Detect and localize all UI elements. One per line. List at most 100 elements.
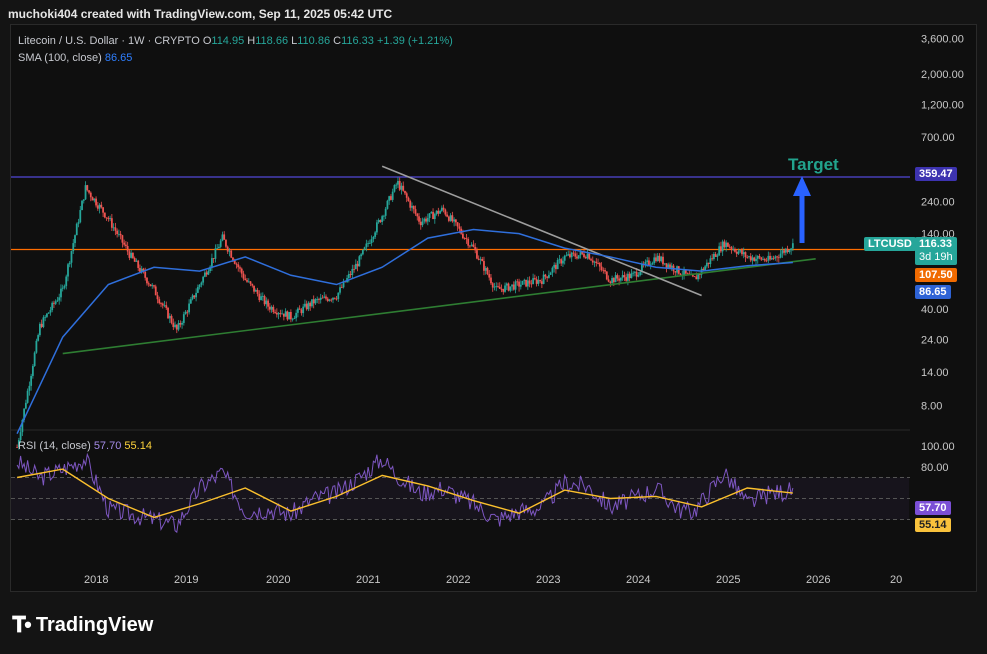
candle-body [202, 276, 205, 283]
candle-body [591, 260, 594, 263]
candle-body [154, 286, 157, 296]
candle-body [442, 207, 445, 210]
candle-body [300, 309, 303, 314]
candle-body [458, 226, 461, 229]
candle-body [609, 281, 612, 284]
candle-body [107, 217, 110, 220]
candle-body [400, 185, 403, 190]
candle-body [151, 285, 154, 287]
candle-body [404, 190, 406, 194]
candle-body [753, 257, 756, 262]
candle-body [212, 258, 215, 259]
candle-body [548, 274, 550, 278]
candle-body [742, 252, 745, 255]
candle-body [712, 254, 715, 259]
candle-body [95, 198, 97, 206]
candle-body [26, 390, 29, 403]
candle-body [81, 200, 83, 211]
candle-body [653, 257, 656, 264]
candle-body [33, 352, 36, 367]
candle-body [84, 185, 87, 200]
candle-body [495, 286, 498, 287]
candle-body [756, 256, 759, 259]
candle-body [440, 207, 443, 212]
sma-price-tag: 86.65 [915, 285, 951, 299]
candle-body [295, 312, 298, 319]
candle-body [716, 255, 719, 257]
candle-body [253, 285, 255, 292]
candle-body [368, 242, 371, 244]
candle-body [618, 278, 621, 281]
candle-body [646, 260, 649, 262]
candle-body [370, 239, 373, 243]
candle-body [289, 311, 292, 320]
candle-body [193, 295, 196, 298]
candle-body [128, 251, 131, 258]
candle-body [454, 219, 457, 223]
candle-body [116, 230, 119, 235]
candle-body [774, 256, 777, 259]
candle-body [297, 308, 299, 313]
candle-body [117, 233, 120, 235]
candle-body [156, 295, 159, 300]
candle-body [328, 299, 331, 301]
close-label: C [333, 35, 342, 47]
target-arrow-head [793, 176, 811, 196]
candle-body [51, 302, 54, 311]
price-tick-label: 24.00 [921, 335, 949, 347]
candle-body [569, 254, 571, 258]
candle-body [367, 243, 370, 244]
candle-body [390, 196, 392, 200]
candle-body [126, 245, 129, 252]
candle-body [723, 241, 726, 248]
candle-body [439, 211, 441, 214]
candle-body [549, 272, 552, 275]
candle-body [167, 307, 169, 319]
candle-body [163, 305, 166, 307]
candle-body [697, 274, 699, 280]
candle-body [170, 315, 173, 323]
target-annotation: Target [788, 155, 839, 174]
candle-body [102, 207, 104, 213]
candle-body [168, 315, 171, 319]
candle-body [407, 197, 410, 201]
candle-body [158, 299, 161, 304]
open-value: 114.95 [211, 35, 245, 47]
candle-body [67, 264, 69, 277]
candle-body [491, 283, 494, 288]
candle-body [263, 296, 266, 305]
candle-body [639, 272, 642, 276]
candle-body [398, 180, 401, 190]
candle-body [261, 296, 264, 297]
rsi-value-tag: 57.70 [915, 501, 951, 515]
candle-body [172, 322, 175, 327]
candle-body [735, 251, 738, 254]
candle-body [447, 216, 450, 221]
candle-body [181, 322, 183, 325]
candle-body [30, 375, 33, 386]
candle-body [695, 276, 698, 280]
candle-body [281, 313, 284, 315]
tradingview-logo[interactable]: 𝐓• TradingView [12, 612, 153, 638]
candle-body [709, 258, 712, 265]
candle-body [314, 299, 317, 304]
candle-body [737, 251, 740, 254]
candle-body [727, 242, 729, 247]
chart-canvas[interactable]: 3,600.002,000.001,200.00700.00400.00240.… [0, 0, 987, 654]
candle-body [205, 272, 208, 275]
candle-body [395, 184, 398, 186]
candle-body [40, 323, 43, 327]
candle-body [665, 263, 668, 268]
candle-body [402, 185, 405, 191]
candle-body [781, 250, 784, 254]
candle-body [490, 277, 492, 284]
change-value: +1.39 (+1.21%) [376, 35, 453, 47]
candle-body [325, 296, 327, 299]
candle-body [386, 200, 389, 209]
candle-body [563, 255, 566, 261]
candle-body [24, 402, 27, 409]
candle-body [505, 283, 508, 286]
candle-body [419, 221, 422, 226]
candle-body [523, 279, 526, 281]
candle-body [426, 218, 429, 222]
